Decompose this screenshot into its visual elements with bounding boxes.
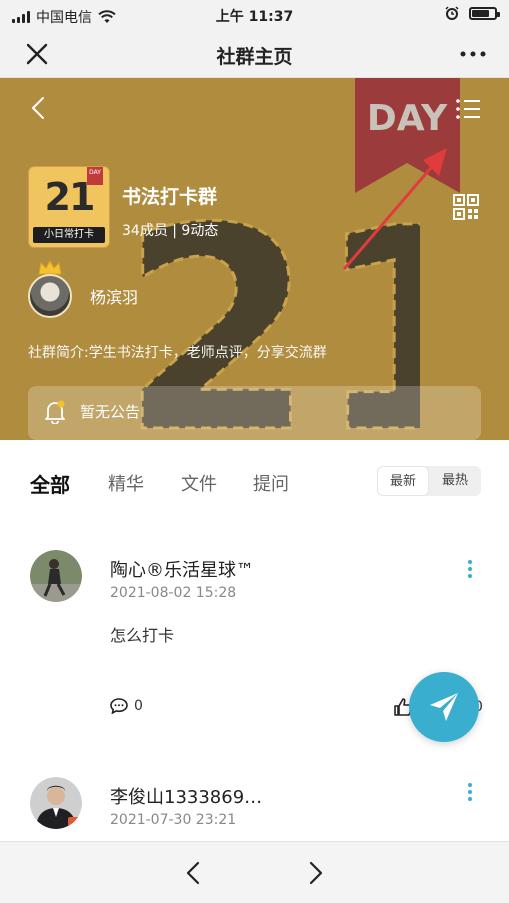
logo-ribbon: DAY: [87, 167, 103, 185]
publish-button[interactable]: [409, 672, 479, 742]
sort-newest[interactable]: 最新: [377, 466, 429, 496]
battery-fill: [472, 9, 489, 17]
annotation-arrow: [343, 148, 447, 270]
post-author-name[interactable]: 李俊山1333869…: [110, 783, 262, 809]
tab-files[interactable]: 文件: [181, 470, 217, 496]
qr-code-icon[interactable]: [453, 194, 479, 220]
tab-featured[interactable]: 精华: [108, 470, 144, 496]
group-intro: 社群简介:学生书法打卡，老师点评，分享交流群: [28, 345, 327, 361]
post-more-icon[interactable]: [466, 782, 474, 802]
comment-button[interactable]: 0: [110, 698, 143, 714]
logo-caption: 小日常打卡: [33, 227, 105, 243]
post-author-name[interactable]: 陶心®乐活星球™: [110, 556, 254, 582]
clock: 上午 11:37: [215, 9, 294, 25]
post-date: 2021-07-30 23:21: [110, 812, 237, 828]
battery-icon: [469, 6, 500, 20]
notice-bar[interactable]: 暂无公告: [28, 386, 481, 440]
back-icon[interactable]: [28, 96, 48, 120]
menu-icon[interactable]: [455, 98, 481, 120]
sort-toggle: 最新 最热: [377, 466, 481, 496]
group-logo: 21 DAY 小日常打卡: [28, 166, 110, 248]
nav-bar: 社群主页: [0, 32, 509, 78]
status-bar: 中国电信 上午 11:37: [0, 0, 509, 32]
alarm-icon: [445, 6, 459, 20]
post-author-avatar[interactable]: [30, 777, 82, 829]
group-stats[interactable]: 34成员 | 9动态: [122, 220, 218, 240]
comment-icon: [110, 698, 128, 714]
group-banner: 21 DAY 21 DAY 小日常打卡 书法打卡群 34成员 | 9动态 杨滨羽…: [0, 78, 509, 440]
tab-questions[interactable]: 提问: [253, 470, 289, 496]
owner-avatar[interactable]: [28, 274, 72, 318]
status-right: [445, 6, 500, 20]
post-more-icon[interactable]: [466, 559, 474, 579]
page-title: 社群主页: [216, 46, 293, 68]
tab-all[interactable]: 全部: [30, 469, 70, 498]
post-content: 怎么打卡: [110, 626, 175, 645]
browser-bottom-bar: [0, 841, 509, 903]
chevron-right-icon[interactable]: [307, 860, 325, 886]
comment-count: 0: [134, 698, 143, 714]
group-name: 书法打卡群: [122, 186, 218, 208]
feed-post[interactable]: 李俊山1333869… 2021-07-30 23:21: [0, 766, 509, 841]
sort-hottest[interactable]: 最热: [429, 466, 481, 496]
owner-name[interactable]: 杨滨羽: [90, 284, 138, 308]
paper-plane-icon: [430, 693, 458, 721]
post-author-avatar[interactable]: [30, 550, 82, 602]
chevron-left-icon[interactable]: [184, 860, 202, 886]
bell-icon: [45, 400, 65, 424]
post-date: 2021-08-02 15:28: [110, 585, 237, 601]
notice-text: 暂无公告: [80, 403, 141, 421]
more-options-icon[interactable]: [459, 41, 487, 67]
content-tabs: 全部 精华 文件 提问 最新 最热: [0, 440, 509, 526]
